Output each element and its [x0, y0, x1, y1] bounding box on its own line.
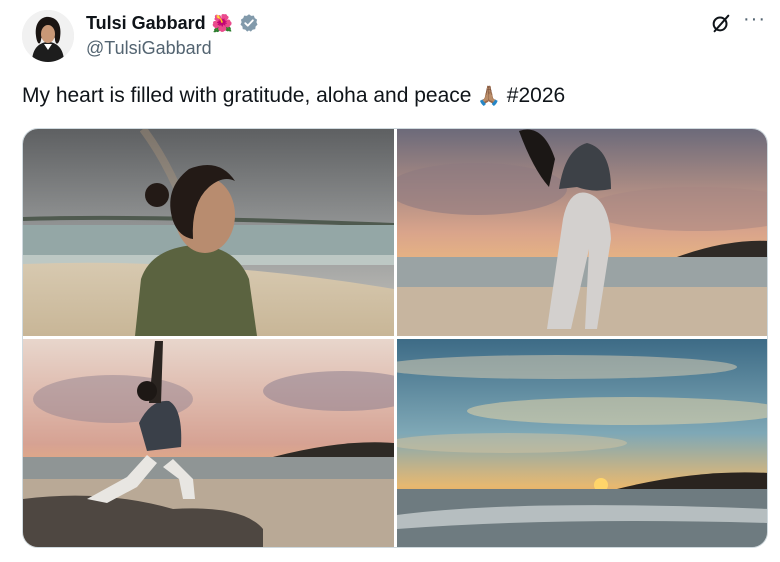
- post-text: My heart is filled with gratitude, aloha…: [22, 84, 565, 108]
- more-options-icon[interactable]: ···: [743, 8, 766, 31]
- media-grid: [22, 128, 768, 548]
- folded-hands-icon: 🙏🏽: [477, 86, 501, 107]
- grok-icon[interactable]: [710, 12, 732, 34]
- author-handle[interactable]: @TulsiGabbard: [86, 38, 212, 59]
- post-body: My heart is filled with gratitude, aloha…: [22, 84, 472, 107]
- verified-badge-icon[interactable]: [239, 13, 259, 33]
- photo-4[interactable]: [397, 339, 767, 547]
- author-name[interactable]: Tulsi Gabbard: [86, 13, 206, 34]
- photo-3[interactable]: [23, 339, 394, 547]
- avatar[interactable]: [22, 10, 74, 62]
- hashtag-link[interactable]: #2026: [507, 84, 565, 107]
- avatar-image: [22, 10, 74, 62]
- hibiscus-icon: 🌺: [211, 13, 233, 33]
- photo-1[interactable]: [23, 129, 394, 336]
- photo-2[interactable]: [397, 129, 767, 336]
